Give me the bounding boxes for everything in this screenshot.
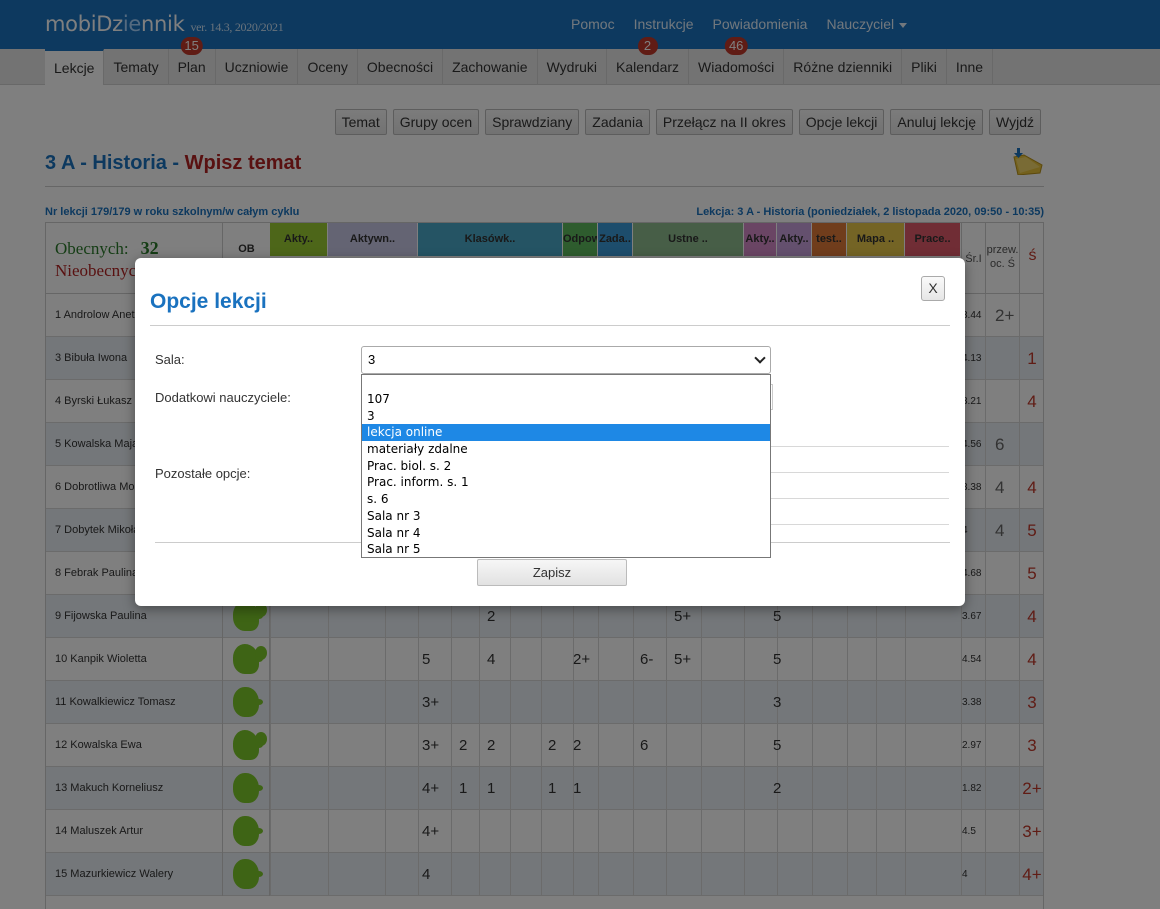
room-option[interactable]: Prac. biol. s. 2 [362,458,770,475]
room-selected-value: 3 [368,352,376,367]
chevron-down-icon [754,352,766,364]
room-select[interactable]: 3 [361,346,771,374]
room-option[interactable]: materiały zdalne [362,441,770,458]
room-option[interactable]: Sala nr 3 [362,508,770,525]
dialog-divider [150,325,950,326]
teachers-label: Dodatkowi nauczyciele: [155,390,291,405]
room-dropdown-list: 107 3 lekcja online materiały zdalne Prac. b… [361,374,771,558]
dialog-title: Opcje lekcji [150,290,267,313]
other-options-label: Pozostałe opcje: [155,466,251,481]
room-option[interactable]: Sala nr 4 [362,525,770,542]
room-option[interactable]: s. 6 [362,491,770,508]
save-button[interactable]: Zapisz [477,559,627,586]
room-option[interactable]: 107 [362,391,770,408]
room-option[interactable]: Prac. inform. s. 1 [362,474,770,491]
close-button[interactable]: X [921,276,945,301]
room-option[interactable]: 3 [362,408,770,425]
lesson-options-dialog: Opcje lekcji X Sala: 3 Dodatkowi nauczyc… [135,258,965,606]
room-label: Sala: [155,352,185,367]
room-option[interactable]: lekcja online [362,424,770,442]
room-option[interactable]: Sala nr 5 [362,541,770,558]
